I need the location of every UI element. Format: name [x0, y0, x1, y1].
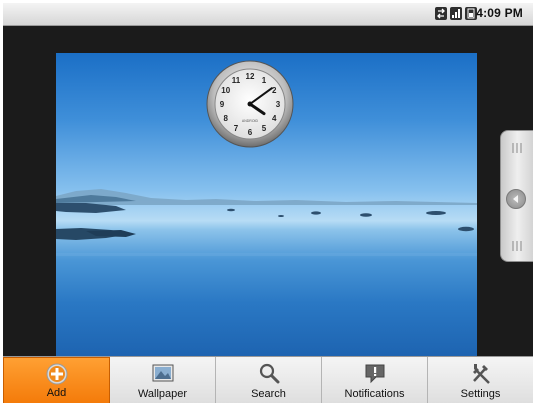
grip-lines-icon	[509, 141, 527, 155]
menu-label-search: Search	[251, 388, 286, 400]
home-screen-wallpaper[interactable]: 12 1 2 3 4 5 6 7 8 9 10 11 ANDROID	[56, 53, 477, 358]
notifications-icon	[364, 362, 386, 384]
clock-numeral: 1	[262, 76, 267, 85]
clock-brand: ANDROID	[242, 119, 259, 123]
clock-numeral: 8	[224, 114, 229, 123]
add-icon	[46, 363, 68, 385]
clock-numeral: 9	[220, 100, 225, 109]
menu-item-wallpaper[interactable]: Wallpaper	[110, 357, 216, 403]
status-time: 4:09 PM	[476, 6, 523, 20]
menu-item-search[interactable]: Search	[216, 357, 322, 403]
wallpaper-icon	[152, 362, 174, 384]
clock-numeral: 7	[234, 124, 239, 133]
analog-clock-widget[interactable]: 12 1 2 3 4 5 6 7 8 9 10 11 ANDROID	[206, 60, 294, 148]
clock-numeral: 12	[246, 72, 255, 81]
app-drawer-handle[interactable]	[500, 130, 533, 262]
menu-label-wallpaper: Wallpaper	[137, 388, 188, 400]
settings-icon	[470, 362, 492, 384]
sync-icon	[435, 7, 447, 20]
menu-label-add: Add	[46, 387, 67, 399]
device-screen: 4:09 PM 12 1 2 3 4 5 6 7 8 9 10 11 ANDRO…	[3, 3, 533, 403]
clock-numeral: 6	[248, 128, 253, 137]
status-bar: 4:09 PM	[3, 3, 533, 26]
menu-item-notifications[interactable]: Notifications	[322, 357, 428, 403]
clock-numeral: 10	[221, 86, 230, 95]
options-menu: Add Wallpaper Search Notifications Setti…	[3, 356, 533, 403]
menu-item-add[interactable]: Add	[3, 357, 110, 403]
menu-label-notifications: Notifications	[344, 388, 405, 400]
menu-item-settings[interactable]: Settings	[428, 357, 533, 403]
clock-numeral: 5	[262, 124, 267, 133]
clock-numeral: 11	[232, 76, 241, 85]
menu-label-settings: Settings	[460, 388, 501, 400]
grip-lines-icon	[509, 239, 527, 253]
search-icon	[258, 362, 280, 384]
clock-numeral: 2	[272, 86, 277, 95]
clock-numeral: 4	[272, 114, 277, 123]
arrow-left-icon[interactable]	[506, 189, 526, 209]
signal-icon	[450, 7, 462, 20]
battery-icon	[465, 7, 477, 20]
clock-numeral: 3	[276, 100, 281, 109]
